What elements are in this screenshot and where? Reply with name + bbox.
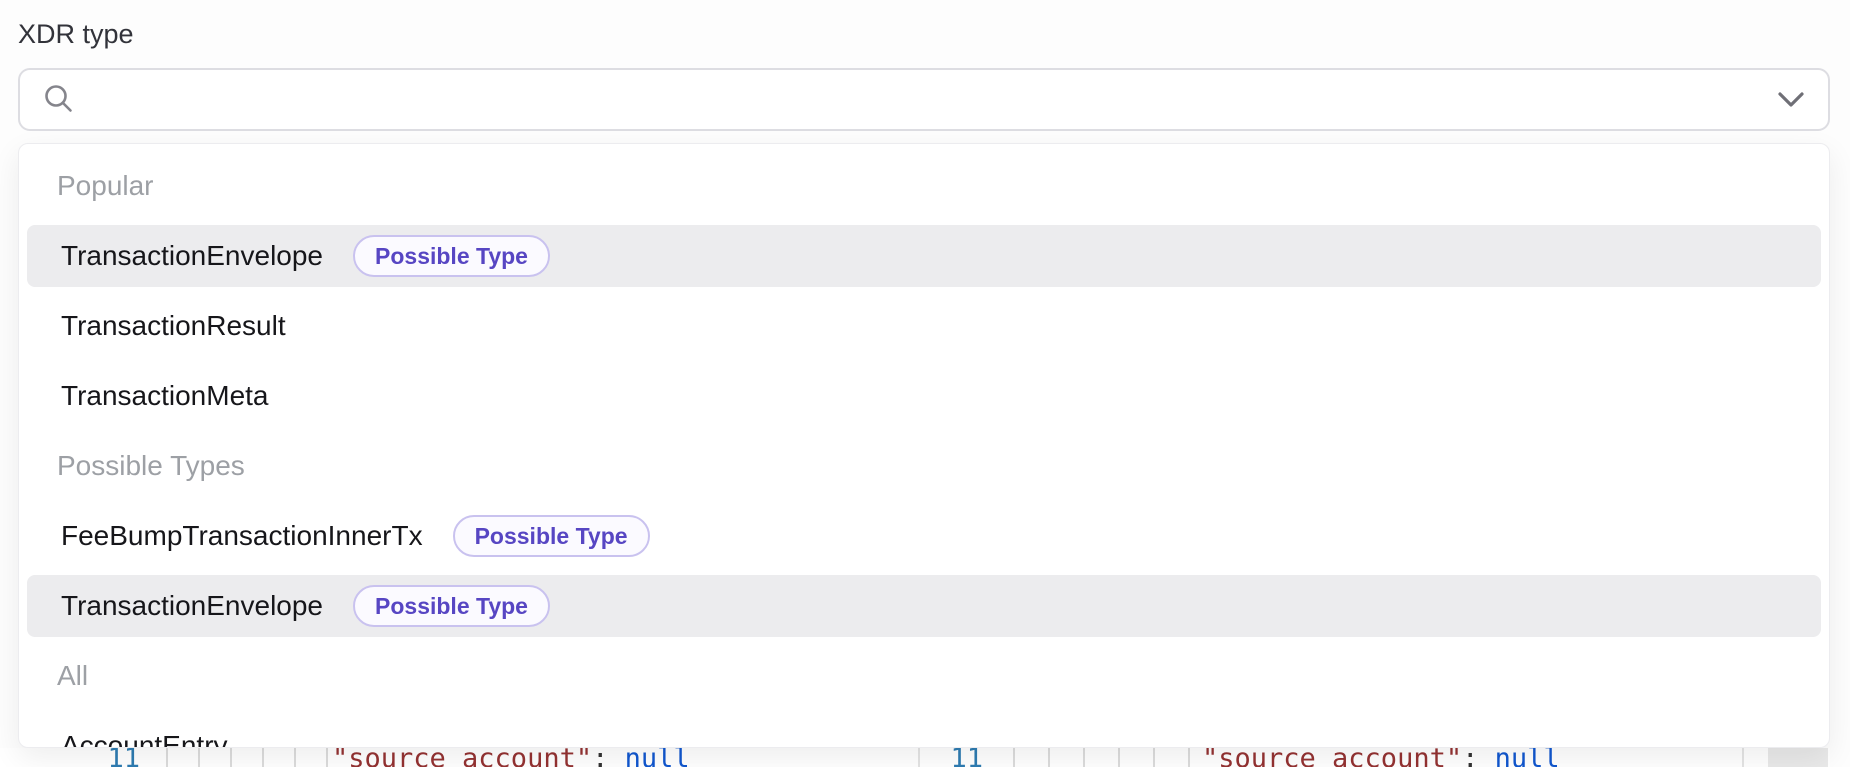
possible-type-badge: Possible Type bbox=[353, 585, 550, 627]
option-label: FeeBumpTransactionInnerTx bbox=[61, 520, 423, 552]
xdr-type-label: XDR type bbox=[18, 19, 134, 50]
right-editor-code-line[interactable]: "source_account": null bbox=[1202, 748, 1560, 767]
xdr-type-combobox[interactable] bbox=[18, 68, 1830, 131]
dropdown-option-feebumptransactioninnertx[interactable]: FeeBumpTransactionInnerTx Possible Type bbox=[27, 505, 1821, 567]
dropdown-option-transactionenvelope-popular[interactable]: TransactionEnvelope Possible Type bbox=[27, 225, 1821, 287]
dropdown-section-header-popular: Popular bbox=[19, 151, 1829, 221]
editor-right-edge-divider bbox=[1742, 748, 1744, 767]
dropdown-section-header-possible-types: Possible Types bbox=[19, 431, 1829, 501]
indent-guide bbox=[1083, 748, 1085, 767]
option-label: TransactionEnvelope bbox=[61, 240, 323, 272]
indent-guide bbox=[1188, 748, 1190, 767]
indent-guide bbox=[1153, 748, 1155, 767]
option-label: TransactionEnvelope bbox=[61, 590, 323, 622]
left-editor-code-line[interactable]: "source_account": null bbox=[332, 748, 690, 767]
possible-type-badge: Possible Type bbox=[453, 515, 650, 557]
possible-type-badge: Possible Type bbox=[353, 235, 550, 277]
editor-split-divider[interactable] bbox=[918, 748, 920, 767]
right-editor-line-number: 11 bbox=[925, 748, 983, 767]
indent-guide bbox=[326, 748, 328, 767]
chevron-down-icon[interactable] bbox=[1776, 90, 1806, 110]
option-label: TransactionMeta bbox=[61, 380, 269, 412]
indent-guide bbox=[1013, 748, 1015, 767]
dropdown-section-header-all: All bbox=[19, 641, 1829, 711]
dropdown-option-transactionenvelope-possible[interactable]: TransactionEnvelope Possible Type bbox=[27, 575, 1821, 637]
left-editor-line-number: 11 bbox=[80, 748, 140, 767]
indent-guide bbox=[230, 748, 232, 767]
option-label: TransactionResult bbox=[61, 310, 286, 342]
xdr-type-dropdown-list: Popular TransactionEnvelope Possible Typ… bbox=[18, 143, 1830, 748]
indent-guide bbox=[198, 748, 200, 767]
indent-guide bbox=[166, 748, 168, 767]
dropdown-option-transactionmeta[interactable]: TransactionMeta bbox=[27, 365, 1821, 427]
indent-guide bbox=[1118, 748, 1120, 767]
dropdown-option-accountentry[interactable]: AccountEntry bbox=[27, 715, 1821, 748]
editor-scrollbar-track[interactable] bbox=[1768, 748, 1828, 767]
option-label: AccountEntry bbox=[61, 730, 228, 748]
search-icon bbox=[42, 83, 76, 117]
search-input[interactable] bbox=[92, 84, 1764, 115]
dropdown-option-transactionresult[interactable]: TransactionResult bbox=[27, 295, 1821, 357]
indent-guide bbox=[1048, 748, 1050, 767]
indent-guide bbox=[294, 748, 296, 767]
indent-guide bbox=[262, 748, 264, 767]
xdr-json-editors: 11 "source_account": null 11 "source_acc… bbox=[0, 748, 1830, 767]
